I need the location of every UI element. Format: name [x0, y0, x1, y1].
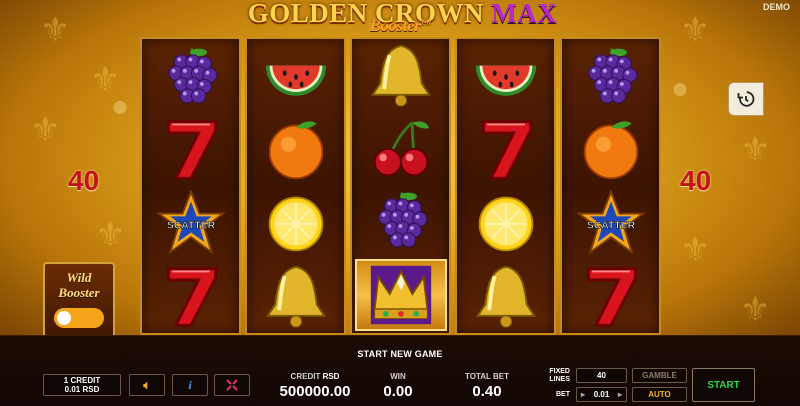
demo-label: DEMO [763, 2, 790, 12]
bell-symbol-icon [466, 262, 546, 330]
bet-increase-icon[interactable]: ▸ [618, 390, 622, 399]
scatter-symbol-icon: SCATTER [571, 189, 651, 257]
credit-label: CREDIT RSD [275, 372, 355, 381]
watermelon-symbol-icon [256, 42, 336, 110]
crown-symbol-icon [354, 258, 447, 331]
total-bet-display: TOTAL BET 0.40 [452, 372, 522, 400]
cherry-symbol-icon [361, 114, 441, 182]
credit-denomination-line1: 1 CREDIT [63, 376, 101, 385]
credit-display: CREDIT RSD 500000.00 [275, 372, 355, 400]
history-icon [737, 91, 755, 107]
start-new-game-text: START NEW GAME [357, 349, 443, 359]
credit-label-text: CREDIT [290, 372, 321, 381]
wild-booster-line1: Wild [66, 270, 92, 285]
gamble-button[interactable]: GAMBLE [632, 368, 687, 383]
orange-symbol-icon [571, 115, 651, 183]
grape-symbol-icon [361, 186, 441, 254]
game-stage: ⚜ ⚜ ⚜ ⚜ ⚜ ⚜ ⚜ ⚜ GOLDEN CROWN MAX Booster… [0, 0, 800, 358]
fixed-lines-label-line1: FIXED [549, 368, 570, 375]
reel-1: SCATTER [140, 37, 241, 335]
control-bar: START NEW GAME 1 CREDIT 0.01 RSD 🔈︎ i CR… [0, 335, 800, 406]
toggle-knob [57, 311, 71, 325]
win-value: 0.00 [383, 383, 413, 400]
fleur-decoration: ⚜ [90, 60, 121, 100]
credit-value: 500000.00 [279, 383, 351, 400]
scatter-symbol-icon: SCATTER [151, 189, 231, 257]
info-button[interactable]: i [172, 374, 208, 396]
logo-sub-text: Booster [370, 18, 421, 35]
seven-symbol-icon [571, 262, 651, 330]
bell-symbol-icon [256, 262, 336, 330]
watermelon-symbol-icon [466, 42, 546, 110]
orange-symbol-icon [256, 115, 336, 183]
history-button[interactable] [728, 82, 764, 116]
reel-3 [350, 37, 451, 335]
scatter-label: SCATTER [586, 220, 635, 231]
fullscreen-button[interactable] [214, 374, 250, 396]
speaker-icon: 🔈︎ [143, 377, 151, 392]
fleur-decoration: ⚜ [680, 230, 711, 270]
logo-subtitle: BoosterTM [370, 18, 431, 36]
grape-symbol-icon [151, 42, 231, 110]
fixed-lines-label-line2: LINES [549, 376, 570, 383]
lemon-symbol-icon [256, 189, 336, 257]
reel-4 [455, 37, 556, 335]
paylines-left-indicator: 40 [68, 165, 100, 196]
bet-decrease-icon[interactable]: ▸ [581, 390, 585, 399]
wild-booster-toggle[interactable] [54, 308, 104, 328]
fixed-lines-label: FIXED LINES [544, 368, 570, 384]
wild-booster-line2: Booster [58, 285, 100, 300]
bell-symbol-icon [361, 41, 441, 109]
fullscreen-icon [226, 379, 238, 391]
total-bet-value: 0.40 [472, 383, 502, 400]
scatter-label: SCATTER [166, 220, 215, 231]
info-icon: i [188, 377, 192, 392]
auto-button[interactable]: AUTO [632, 387, 687, 402]
grape-symbol-icon [571, 42, 651, 110]
seven-symbol-icon [151, 262, 231, 330]
fleur-decoration: ⚜ [740, 130, 771, 170]
logo-tm: TM [420, 18, 432, 27]
win-label: WIN [390, 372, 406, 381]
credit-denomination-line2: 0.01 RSD [64, 385, 100, 394]
logo-main-text: GOLDEN CROWN [247, 0, 485, 28]
bet-value: 0.01 [593, 390, 610, 399]
bet-selector[interactable]: ▸ 0.01 ▸ [576, 387, 627, 402]
fleur-decoration: ⚜ [740, 290, 771, 330]
credit-unit: RSD [322, 372, 340, 381]
fleur-decoration: ⚜ [40, 10, 71, 50]
fixed-lines-value: 40 [576, 368, 627, 383]
seven-symbol-icon [466, 115, 546, 183]
logo-max-text: MAX [491, 0, 558, 28]
wild-booster-panel: Wild Booster [43, 262, 115, 344]
bet-label: BET [556, 391, 570, 398]
seven-symbol-icon [151, 115, 231, 183]
win-display: WIN 0.00 [368, 372, 428, 400]
reel-5: SCATTER [560, 37, 661, 335]
reel-2 [245, 37, 346, 335]
fleur-decoration: ⚜ [30, 110, 61, 150]
credit-denomination-button[interactable]: 1 CREDIT 0.01 RSD [43, 374, 121, 396]
total-bet-label: TOTAL BET [465, 372, 509, 381]
sound-button[interactable]: 🔈︎ [129, 374, 165, 396]
game-logo: GOLDEN CROWN MAX BoosterTM [240, 0, 565, 42]
fleur-decoration: ⚜ [680, 10, 711, 50]
start-button[interactable]: START [692, 368, 755, 402]
lemon-symbol-icon [466, 189, 546, 257]
reels-area: SCATTER SCATTER [140, 37, 661, 335]
wild-booster-title: Wild Booster [45, 270, 113, 300]
fleur-decoration: ⚜ [95, 215, 126, 255]
paylines-right-indicator: 40 [680, 165, 712, 196]
